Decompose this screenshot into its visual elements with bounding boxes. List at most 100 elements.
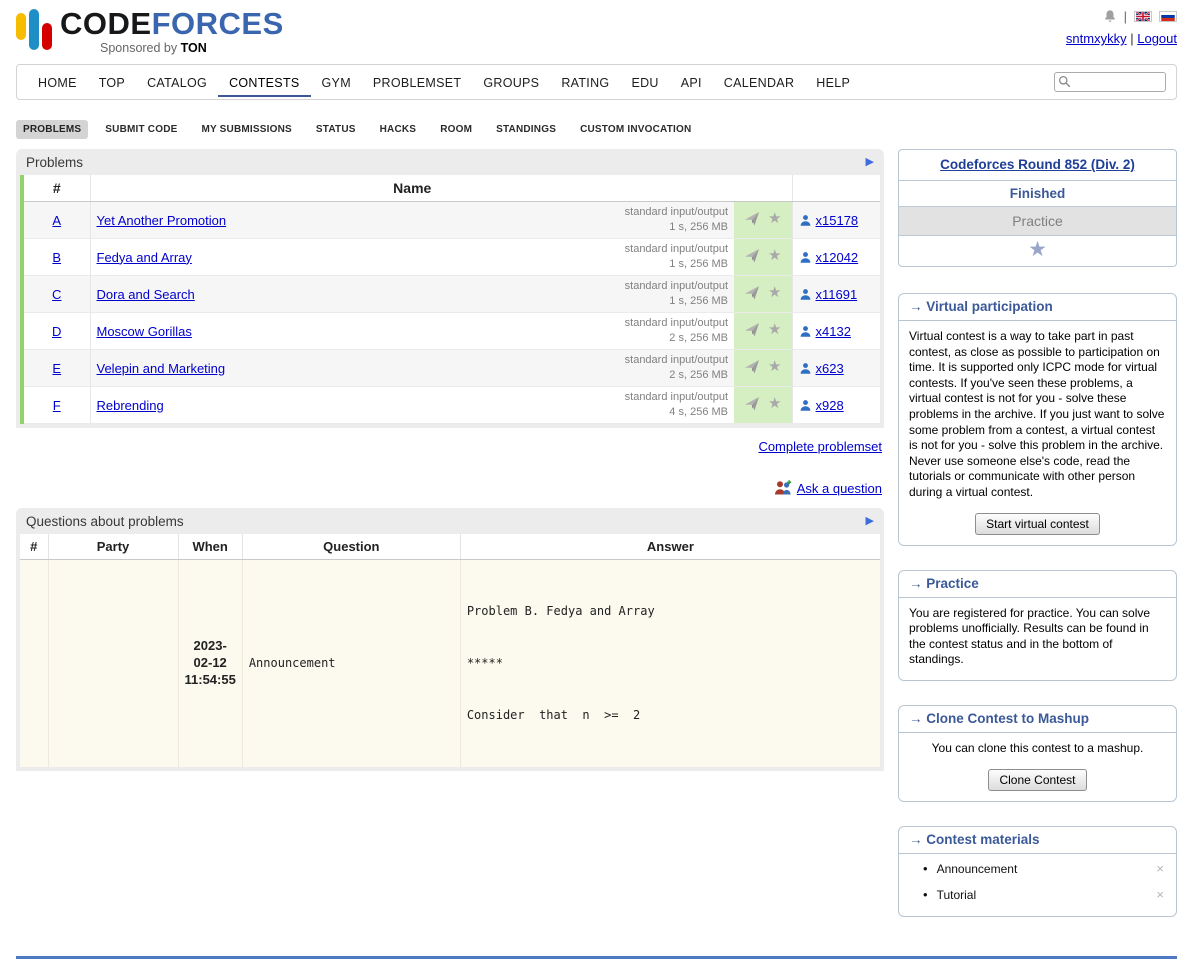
favorite-star-icon[interactable]: ★	[768, 322, 781, 337]
subnav-room[interactable]: ROOM	[433, 120, 479, 139]
contest-favorite-star-icon[interactable]: ★	[1028, 238, 1047, 261]
problem-limits: standard input/output4 s, 256 MB	[625, 390, 728, 420]
submit-plane-icon[interactable]	[744, 211, 760, 227]
problem-letter-link[interactable]: B	[52, 250, 61, 265]
favorite-star-icon[interactable]: ★	[768, 285, 781, 300]
problem-letter-link[interactable]: D	[52, 324, 61, 339]
problem-letter-link[interactable]: A	[52, 213, 61, 228]
bullet-icon: •	[923, 862, 928, 875]
material-item-announcement: • Announcement ×	[909, 856, 1166, 882]
subnav-submit-code[interactable]: SUBMIT CODE	[98, 120, 184, 139]
nav-calendar[interactable]: CALENDAR	[713, 67, 805, 97]
subnav-standings[interactable]: STANDINGS	[489, 120, 563, 139]
arrow-icon: →	[909, 711, 923, 726]
complete-problemset-link[interactable]: Complete problemset	[758, 439, 882, 454]
username-link[interactable]: sntmxykky	[1066, 31, 1127, 46]
logout-link[interactable]: Logout	[1137, 31, 1177, 46]
questions-header-row: # Party When Question Answer	[20, 534, 880, 560]
nav-gym[interactable]: GYM	[311, 67, 362, 97]
dismiss-icon[interactable]: ×	[1156, 862, 1164, 875]
favorite-star-icon[interactable]: ★	[768, 359, 781, 374]
problems-caption: Problems	[26, 155, 83, 170]
nav-problemset[interactable]: PROBLEMSET	[362, 67, 472, 97]
bell-icon[interactable]	[1103, 9, 1117, 24]
solved-count-link[interactable]: x623	[816, 361, 844, 376]
problem-name-link[interactable]: Rebrending	[97, 398, 164, 413]
solved-count-link[interactable]: x11691	[816, 287, 858, 302]
ask-question-link[interactable]: Ask a question	[797, 481, 882, 496]
clone-mashup-text: You can clone this contest to a mashup.	[899, 733, 1176, 763]
announcement-link[interactable]: Announcement	[937, 862, 1018, 876]
subnav-problems[interactable]: PROBLEMS	[16, 120, 88, 139]
subnav-my-submissions[interactable]: MY SUBMISSIONS	[194, 120, 298, 139]
arrow-icon: →	[909, 576, 923, 591]
problem-name-link[interactable]: Moscow Gorillas	[97, 324, 192, 339]
clone-contest-button[interactable]: Clone Contest	[988, 769, 1086, 791]
nav-home[interactable]: HOME	[27, 67, 88, 97]
tutorial-link[interactable]: Tutorial	[937, 888, 977, 902]
submit-plane-icon[interactable]	[744, 322, 760, 338]
submit-plane-icon[interactable]	[744, 396, 760, 412]
problem-name-link[interactable]: Velepin and Marketing	[97, 361, 226, 376]
contest-status: Finished	[899, 180, 1176, 206]
problem-letter-link[interactable]: E	[52, 361, 61, 376]
clone-mashup-box: → Clone Contest to Mashup You can clone …	[898, 705, 1177, 802]
header-icons: |	[1066, 8, 1177, 24]
complete-problemset-row: Complete problemset	[16, 434, 884, 454]
subnav-status[interactable]: STATUS	[309, 120, 363, 139]
subnav-hacks[interactable]: HACKS	[373, 120, 424, 139]
expand-arrow-icon[interactable]: ▶	[866, 157, 874, 168]
problem-name-link[interactable]: Dora and Search	[97, 287, 195, 302]
user-separator: |	[1130, 31, 1133, 46]
nav-help[interactable]: HELP	[805, 67, 861, 97]
solved-count-link[interactable]: x15178	[816, 213, 859, 228]
nav-top[interactable]: TOP	[88, 67, 136, 97]
problem-name-link[interactable]: Fedya and Array	[97, 250, 192, 265]
submit-plane-icon[interactable]	[744, 248, 760, 264]
logo-bar-blue	[29, 9, 39, 50]
russian-flag-icon[interactable]	[1159, 11, 1177, 22]
col-header-name: Name	[90, 175, 734, 202]
questions-caption: Questions about problems	[26, 514, 184, 529]
solved-count-link[interactable]: x928	[816, 398, 844, 413]
solved-count-link[interactable]: x12042	[816, 250, 859, 265]
problem-limits: standard input/output2 s, 256 MB	[625, 353, 728, 383]
solvers-person-icon	[799, 325, 812, 338]
codeforces-logo[interactable]: CODEFORCES Sponsored by TON	[16, 8, 284, 56]
nav-api[interactable]: API	[670, 67, 713, 97]
favorite-star-icon[interactable]: ★	[768, 248, 781, 263]
nav-edu[interactable]: EDU	[620, 67, 669, 97]
virtual-participation-box: → Virtual participation Virtual contest …	[898, 293, 1177, 546]
problem-letter-link[interactable]: F	[53, 398, 61, 413]
search-box	[1054, 72, 1166, 92]
problem-name-link[interactable]: Yet Another Promotion	[97, 213, 227, 228]
logo-bar-yellow	[16, 13, 26, 40]
problems-box: Problems ▶ # Name A Yet Anoth	[16, 149, 884, 428]
questions-table: # Party When Question Answer 2023-02-12 …	[20, 534, 880, 767]
sponsor-ton: TON	[181, 41, 207, 55]
problem-letter-link[interactable]: C	[52, 287, 61, 302]
favorite-star-icon[interactable]: ★	[768, 396, 781, 411]
practice-title: → Practice	[899, 571, 1176, 598]
nav-rating[interactable]: RATING	[550, 67, 620, 97]
favorite-star-icon[interactable]: ★	[768, 211, 781, 226]
dismiss-icon[interactable]: ×	[1156, 888, 1164, 901]
subnav-custom-invocation[interactable]: CUSTOM INVOCATION	[573, 120, 698, 139]
q-party-cell	[48, 560, 178, 768]
english-flag-icon[interactable]	[1134, 11, 1152, 22]
problem-row-d: D Moscow Gorillas standard input/output2…	[22, 313, 880, 350]
main-column: Problems ▶ # Name A Yet Anoth	[16, 149, 884, 777]
logo-text: CODEFORCES Sponsored by TON	[60, 8, 284, 55]
contest-subnav: PROBLEMS SUBMIT CODE MY SUBMISSIONS STAT…	[16, 120, 1177, 139]
virtual-button-row: Start virtual contest	[899, 507, 1176, 545]
header-right: | sntmxykky | Logout	[1066, 8, 1177, 56]
submit-plane-icon[interactable]	[744, 359, 760, 375]
expand-arrow-icon[interactable]: ▶	[866, 516, 874, 527]
nav-catalog[interactable]: CATALOG	[136, 67, 218, 97]
nav-groups[interactable]: GROUPS	[472, 67, 550, 97]
start-virtual-contest-button[interactable]: Start virtual contest	[975, 513, 1100, 535]
contest-title-link[interactable]: Codeforces Round 852 (Div. 2)	[940, 157, 1135, 172]
nav-contests[interactable]: CONTESTS	[218, 67, 310, 97]
solved-count-link[interactable]: x4132	[816, 324, 851, 339]
submit-plane-icon[interactable]	[744, 285, 760, 301]
